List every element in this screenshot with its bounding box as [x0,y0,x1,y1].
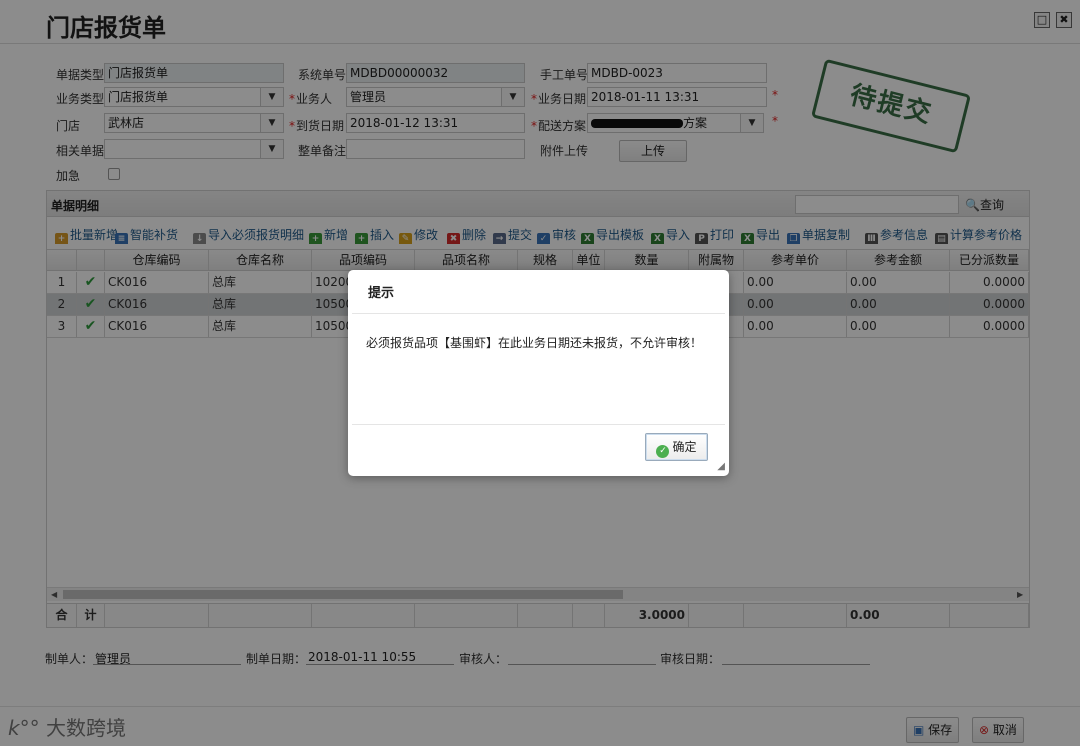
dialog-divider [352,424,725,425]
dialog-title: 提示 [352,274,725,314]
dialog-message: 必须报货品项【基围虾】在此业务日期还未报货，不允许审核！ [366,336,703,350]
ok-check-icon: ✓ [656,445,670,458]
alert-dialog: 提示 必须报货品项【基围虾】在此业务日期还未报货，不允许审核！ ✓ 确定 ◢ [348,270,729,476]
resize-grip-icon[interactable]: ◢ [717,461,725,472]
ok-button[interactable]: ✓ 确定 [645,433,708,461]
ok-label: 确定 [672,440,697,454]
page: 门店报货单 □ ✖ 单据类型 门店报货单 系统单号 MDBD00000032 手… [0,0,1080,746]
